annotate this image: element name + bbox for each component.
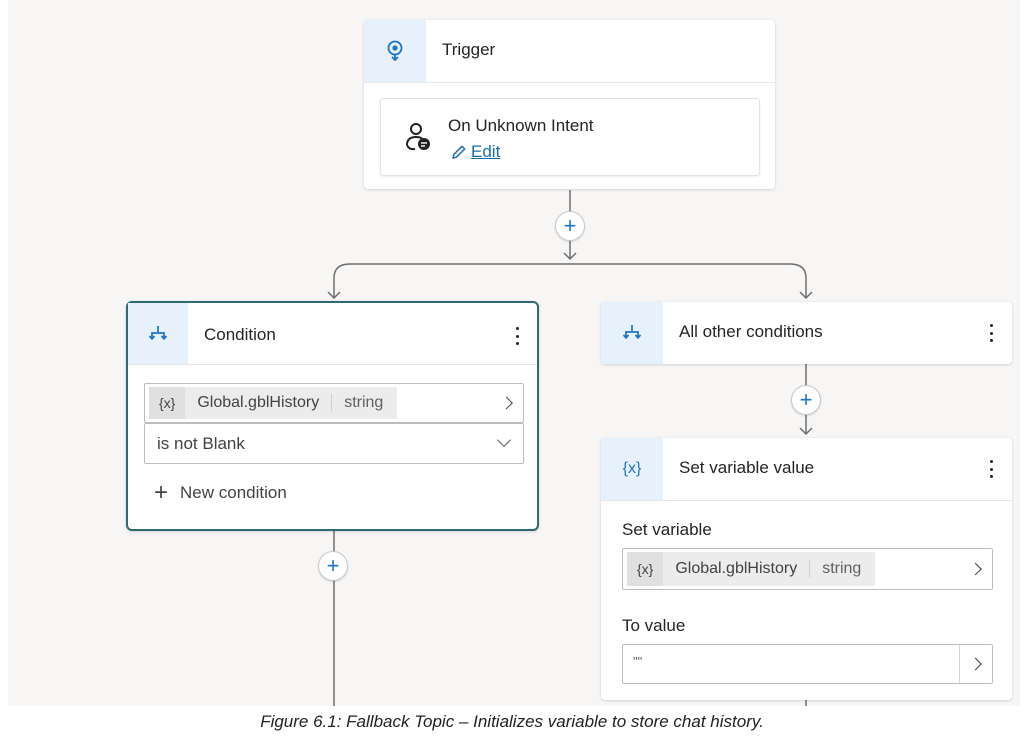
other-conditions-header: All other conditions bbox=[601, 302, 1012, 364]
intent-label: On Unknown Intent bbox=[448, 116, 594, 135]
to-value-divider bbox=[959, 645, 960, 683]
new-condition-button[interactable]: + New condition bbox=[154, 481, 287, 505]
set-variable-label: Set variable bbox=[622, 520, 712, 539]
condition-more-button[interactable] bbox=[510, 325, 524, 347]
intent-box[interactable]: On Unknown Intent Edit bbox=[380, 98, 760, 176]
chevron-down-icon bbox=[496, 432, 512, 448]
to-value-label: To value bbox=[622, 616, 686, 635]
plus-icon: + bbox=[154, 479, 169, 506]
other-conditions-card[interactable]: All other conditions bbox=[601, 302, 1012, 364]
to-value-text: "" bbox=[633, 654, 643, 669]
set-variable-more-button[interactable] bbox=[984, 458, 998, 480]
variable-name: Global.gblHistory bbox=[197, 394, 320, 411]
pencil-icon bbox=[450, 143, 468, 161]
branch-icon bbox=[128, 303, 188, 364]
plus-icon: + bbox=[799, 387, 813, 412]
branch-icon bbox=[601, 302, 663, 364]
plus-icon: + bbox=[563, 213, 577, 238]
condition-variable-picker[interactable]: {x} Global.gblHistory string bbox=[144, 383, 524, 423]
chevron-right-icon bbox=[969, 657, 982, 671]
edit-label: Edit bbox=[471, 142, 501, 161]
condition-card[interactable]: Condition {x} Global.gblHistory string i… bbox=[126, 301, 539, 531]
other-conditions-title: All other conditions bbox=[679, 322, 823, 341]
trigger-card-header: Trigger bbox=[364, 20, 775, 83]
other-conditions-more-button[interactable] bbox=[984, 322, 998, 344]
set-variable-header: {x} Set variable value bbox=[601, 438, 1012, 501]
add-node-button-other[interactable]: + bbox=[791, 385, 821, 415]
to-value-input[interactable]: "" bbox=[622, 644, 993, 684]
variable-type: string bbox=[331, 394, 397, 412]
set-variable-title: Set variable value bbox=[679, 458, 815, 477]
new-condition-label: New condition bbox=[180, 483, 287, 502]
set-variable-picker[interactable]: {x} Global.gblHistory string bbox=[622, 548, 993, 590]
variable-chip: {x} Global.gblHistory string bbox=[149, 387, 398, 419]
condition-title: Condition bbox=[204, 325, 276, 344]
variable-type: string bbox=[809, 560, 875, 578]
chevron-right-icon bbox=[969, 562, 982, 576]
condition-card-header: Condition bbox=[128, 303, 537, 365]
chevron-right-icon bbox=[500, 396, 513, 410]
trigger-bulb-icon bbox=[364, 20, 426, 82]
variable-icon: {x} bbox=[149, 387, 186, 419]
trigger-card[interactable]: Trigger On Unknown Intent Edit bbox=[364, 20, 775, 189]
plus-icon: + bbox=[326, 553, 340, 578]
add-node-button-condition[interactable]: + bbox=[318, 551, 348, 581]
variable-icon: {x} bbox=[627, 552, 664, 586]
edit-link[interactable]: Edit bbox=[450, 142, 500, 162]
person-chat-icon bbox=[403, 121, 435, 153]
variable-name: Global.gblHistory bbox=[675, 560, 798, 577]
trigger-title: Trigger bbox=[442, 40, 496, 59]
figure-caption: Figure 6.1: Fallback Topic – Initializes… bbox=[260, 712, 764, 731]
set-variable-card[interactable]: {x} Set variable value Set variable {x} … bbox=[601, 438, 1012, 700]
variable-icon: {x} bbox=[601, 438, 663, 500]
operator-value: is not Blank bbox=[157, 434, 245, 453]
variable-chip: {x} Global.gblHistory string bbox=[627, 552, 876, 586]
condition-operator-select[interactable]: is not Blank bbox=[144, 423, 524, 464]
add-node-button-trigger[interactable]: + bbox=[555, 211, 585, 241]
